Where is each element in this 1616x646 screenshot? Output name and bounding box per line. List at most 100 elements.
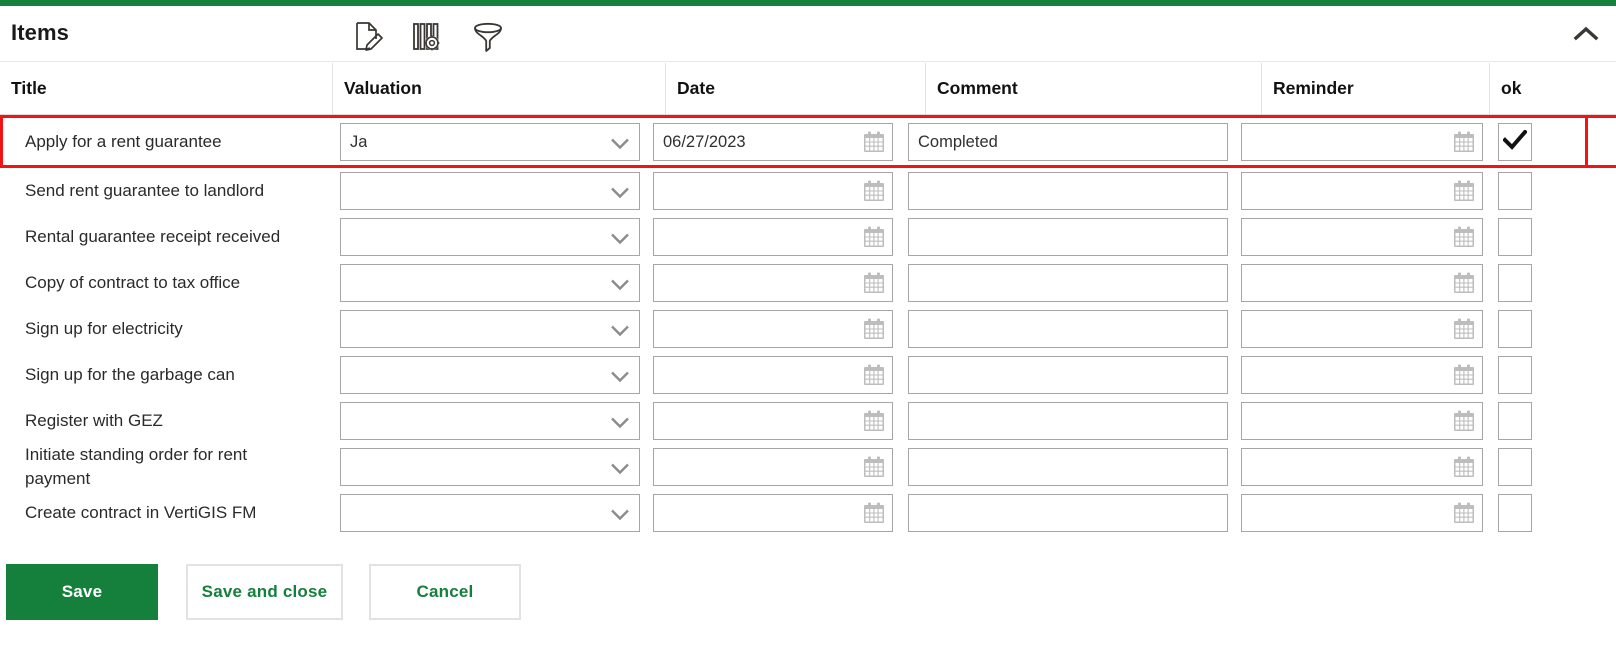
cell-title: Register with GEZ [25,411,163,430]
columns-settings-icon[interactable] [408,17,448,57]
calendar-icon[interactable] [863,131,885,153]
calendar-icon[interactable] [863,456,885,478]
calendar-icon[interactable] [1453,410,1475,432]
valuation-dropdown[interactable] [340,494,640,532]
valuation-dropdown[interactable] [340,402,640,440]
valuation-dropdown[interactable] [340,356,640,394]
cell-reminder [1241,218,1483,256]
reminder-field[interactable] [1241,123,1483,161]
comment-field[interactable] [908,218,1228,256]
valuation-dropdown[interactable] [340,172,640,210]
date-field[interactable] [653,448,893,486]
reminder-field[interactable] [1241,264,1483,302]
reminder-field[interactable] [1241,402,1483,440]
date-field[interactable]: 06/27/2023 [653,123,893,161]
cell-valuation [340,402,640,440]
calendar-icon[interactable] [863,318,885,340]
cell-title: Send rent guarantee to landlord [25,181,265,200]
column-header-valuation[interactable]: Valuation [332,63,665,114]
chevron-up-icon [1572,25,1600,48]
calendar-icon[interactable] [863,364,885,386]
calendar-icon[interactable] [863,410,885,432]
date-field[interactable] [653,264,893,302]
reminder-field[interactable] [1241,448,1483,486]
table-row: Rental guarantee receipt received [0,214,1616,260]
date-field[interactable] [653,310,893,348]
ok-checkbox[interactable] [1498,448,1532,486]
ok-checkbox[interactable] [1498,310,1532,348]
calendar-icon[interactable] [1453,318,1475,340]
column-header-reminder[interactable]: Reminder [1261,63,1489,114]
table-row: Create contract in VertiGIS FM [0,490,1616,536]
cell-comment [908,448,1228,486]
date-field[interactable] [653,402,893,440]
cell-comment: Completed [908,123,1228,161]
cell-date [653,218,893,256]
cell-reminder [1241,494,1483,532]
column-header-ok[interactable]: ok [1489,63,1616,114]
calendar-icon[interactable] [1453,456,1475,478]
cell-comment [908,264,1228,302]
ok-checkbox[interactable] [1498,172,1532,210]
date-field[interactable] [653,356,893,394]
calendar-icon[interactable] [863,272,885,294]
column-header-title[interactable]: Title [0,63,332,114]
ok-checkbox[interactable] [1498,218,1532,256]
reminder-field[interactable] [1241,310,1483,348]
calendar-icon[interactable] [1453,502,1475,524]
cell-comment [908,218,1228,256]
valuation-dropdown[interactable]: Ja [340,123,640,161]
comment-field[interactable] [908,448,1228,486]
comment-field[interactable] [908,264,1228,302]
ok-checkbox[interactable] [1498,402,1532,440]
calendar-icon[interactable] [863,180,885,202]
reminder-field[interactable] [1241,218,1483,256]
panel-toolbar [348,17,508,57]
calendar-icon[interactable] [863,502,885,524]
ok-checkbox[interactable] [1498,494,1532,532]
save-and-close-button[interactable]: Save and close [186,564,343,620]
valuation-dropdown[interactable] [340,218,640,256]
save-button[interactable]: Save [6,564,158,620]
comment-field[interactable] [908,172,1228,210]
reminder-field[interactable] [1241,172,1483,210]
cell-ok [1498,310,1538,348]
cell-valuation [340,310,640,348]
comment-field[interactable]: Completed [908,123,1228,161]
ok-checkbox[interactable] [1498,264,1532,302]
comment-field[interactable] [908,310,1228,348]
collapse-panel-button[interactable] [1568,20,1604,52]
cell-reminder [1241,402,1483,440]
valuation-dropdown[interactable] [340,448,640,486]
calendar-icon[interactable] [1453,364,1475,386]
cell-ok [1498,264,1538,302]
calendar-icon[interactable] [1453,226,1475,248]
cell-valuation [340,494,640,532]
comment-field[interactable] [908,494,1228,532]
comment-field[interactable] [908,402,1228,440]
ok-checkbox[interactable] [1498,356,1532,394]
ok-checkbox[interactable] [1498,123,1532,161]
cell-date [653,356,893,394]
calendar-icon[interactable] [1453,180,1475,202]
edit-document-icon[interactable] [348,17,388,57]
reminder-field[interactable] [1241,494,1483,532]
reminder-field[interactable] [1241,356,1483,394]
calendar-icon[interactable] [1453,272,1475,294]
chevron-down-icon [611,462,629,475]
filter-icon[interactable] [468,17,508,57]
comment-field[interactable] [908,356,1228,394]
cell-valuation [340,264,640,302]
cancel-button[interactable]: Cancel [369,564,521,620]
valuation-dropdown[interactable] [340,310,640,348]
date-field[interactable] [653,218,893,256]
calendar-icon[interactable] [863,226,885,248]
calendar-icon[interactable] [1453,131,1475,153]
comment-value: Completed [918,132,998,151]
date-field[interactable] [653,494,893,532]
cell-ok [1498,172,1538,210]
valuation-dropdown[interactable] [340,264,640,302]
column-header-comment[interactable]: Comment [925,63,1261,114]
column-header-date[interactable]: Date [665,63,925,114]
date-field[interactable] [653,172,893,210]
